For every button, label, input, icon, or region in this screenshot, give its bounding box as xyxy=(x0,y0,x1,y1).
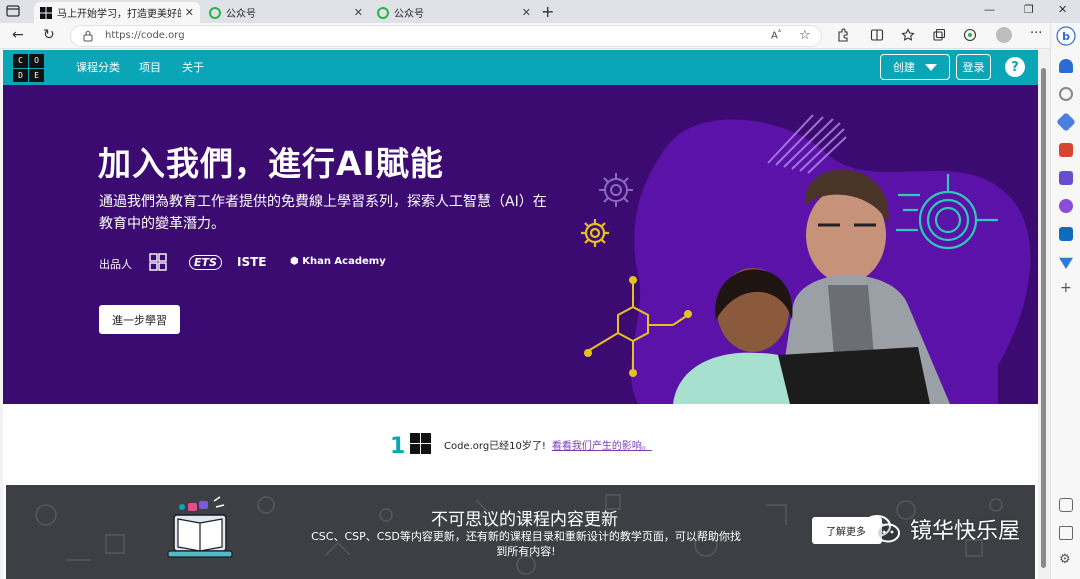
lock-icon xyxy=(83,31,93,42)
web-page: C O D E 课程分类 项目 关于 创建 登录 ? 加入我們，進行AI賦能 通… xyxy=(3,50,1038,579)
wechat-favicon-icon xyxy=(209,6,221,19)
khan-academy-label: Khan Academy xyxy=(302,256,386,267)
ets-logo: ETS xyxy=(189,255,222,270)
nav-about[interactable]: 关于 xyxy=(182,59,204,75)
learn-more-button[interactable]: 進一步學習 xyxy=(99,305,180,334)
toolbox-icon[interactable] xyxy=(1059,143,1073,157)
extension-green-icon[interactable] xyxy=(963,28,977,42)
close-icon[interactable]: ✕ xyxy=(185,6,194,19)
watermark: 镜华快乐屋 xyxy=(862,513,1020,545)
tab-title: 公众号 xyxy=(394,9,424,20)
page-scrollbar[interactable] xyxy=(1038,50,1049,579)
wechat-favicon-icon xyxy=(377,6,389,19)
extensions-icon[interactable] xyxy=(836,28,850,42)
tab-strip: 马上开始学习，打造更美好的明天 ✕ 公众号 ✕ 公众号 ✕ + — ❐ ✕ xyxy=(0,0,1080,23)
favorite-star-icon[interactable]: ☆ xyxy=(799,28,811,43)
logo-letter: C xyxy=(13,54,28,68)
create-dropdown-button[interactable]: 创建 xyxy=(880,54,950,80)
profile-avatar-icon[interactable] xyxy=(996,27,1012,43)
split-screen-icon[interactable] xyxy=(870,28,884,42)
settings-gear-icon[interactable]: ⚙ xyxy=(1059,552,1071,567)
address-bar[interactable]: https://code.org Aᐞ ☆ xyxy=(70,25,822,47)
add-icon[interactable]: + xyxy=(1060,280,1072,296)
drop-icon[interactable] xyxy=(1059,257,1073,269)
watermark-text: 镜华快乐屋 xyxy=(910,519,1021,544)
code-org-10-logo-icon: 1 xyxy=(390,433,431,456)
svg-text:1: 1 xyxy=(390,434,405,456)
back-arrow-icon[interactable]: ← xyxy=(12,27,24,43)
code-org-favicon-icon xyxy=(40,6,52,19)
close-icon[interactable]: ✕ xyxy=(522,6,531,19)
tag-icon[interactable] xyxy=(1056,112,1076,132)
create-label: 创建 xyxy=(893,61,915,74)
banner-description: CSC、CSP、CSD等内容更新，还有新的课程目录和重新设计的教学页面，可以帮助… xyxy=(311,530,741,558)
hero-illustration xyxy=(581,114,1031,404)
more-options-icon[interactable]: ··· xyxy=(1030,26,1042,41)
favorites-icon[interactable] xyxy=(901,28,915,42)
edge-sidebar: b + ⚙ xyxy=(1050,23,1080,579)
games-icon[interactable] xyxy=(1059,171,1073,185)
logo-letter: D xyxy=(13,68,28,82)
tab-title: 公众号 xyxy=(226,9,256,20)
search-icon[interactable] xyxy=(1059,87,1073,101)
tab-code-org[interactable]: 马上开始学习，打造更美好的明天 ✕ xyxy=(34,2,200,23)
tab-actions-icon[interactable] xyxy=(4,3,22,19)
caret-down-icon xyxy=(925,64,937,71)
nav-course-catalog[interactable]: 课程分类 xyxy=(76,59,120,75)
url-text[interactable]: https://code.org xyxy=(105,30,185,41)
collections-icon[interactable] xyxy=(932,28,946,42)
tab-wechat-2[interactable]: 公众号 ✕ xyxy=(371,2,537,23)
office-icon[interactable] xyxy=(1059,199,1073,213)
address-bar-row: ← ↻ https://code.org Aᐞ ☆ ··· xyxy=(0,23,1050,49)
iste-logo: ISTE xyxy=(237,255,267,269)
wechat-watermark-icon xyxy=(863,515,900,543)
maximize-icon[interactable]: ❐ xyxy=(1024,3,1034,16)
banner-title: 不可思议的课程内容更新 xyxy=(431,510,618,530)
outlook-icon[interactable] xyxy=(1059,227,1073,241)
site-header: C O D E 课程分类 项目 关于 创建 登录 ? xyxy=(3,50,1038,85)
bell-icon[interactable] xyxy=(1059,59,1073,73)
tab-wechat-1[interactable]: 公众号 ✕ xyxy=(203,2,369,23)
code-org-partner-logo-icon xyxy=(149,253,167,271)
hero-section: 加入我們，進行AI賦能 通過我們為教育工作者提供的免費線上學習系列，探索人工智慧… xyxy=(3,85,1038,404)
window-close-icon[interactable]: ✕ xyxy=(1058,3,1067,16)
nav-projects[interactable]: 项目 xyxy=(139,59,161,75)
anniversary-notice: 1 Code.org已经10岁了! 看看我们产生的影响。 xyxy=(390,432,652,456)
logo-letter: O xyxy=(29,54,44,68)
new-tab-button[interactable]: + xyxy=(541,2,554,21)
hero-subtitle: 通過我們為教育工作者提供的免費線上學習系列，探索人工智慧（AI）在教育中的變革潛… xyxy=(99,194,547,232)
presented-by-label: 出品人 xyxy=(99,258,132,271)
screenshot-icon[interactable] xyxy=(1059,498,1073,512)
khan-academy-logo: ⬢ Khan Academy xyxy=(290,256,386,267)
open-external-icon[interactable] xyxy=(1059,526,1073,540)
hero-title: 加入我們，進行AI賦能 xyxy=(98,144,444,183)
code-org-logo[interactable]: C O D E xyxy=(13,54,44,82)
minimize-icon[interactable]: — xyxy=(984,3,995,16)
svg-text:b: b xyxy=(1062,30,1070,43)
help-button[interactable]: ? xyxy=(1005,57,1025,77)
tab-title: 马上开始学习，打造更美好的明天 xyxy=(57,9,181,20)
scrollbar-thumb[interactable] xyxy=(1041,68,1046,568)
impact-link[interactable]: 看看我们产生的影响。 xyxy=(552,437,652,452)
bing-chat-icon[interactable]: b xyxy=(1056,26,1076,46)
anniversary-text: Code.org已经10岁了! xyxy=(444,440,546,452)
login-button[interactable]: 登录 xyxy=(956,54,991,80)
read-aloud-icon[interactable]: Aᐞ xyxy=(771,29,781,41)
open-book-illustration-icon xyxy=(167,496,233,558)
logo-letter: E xyxy=(29,68,44,82)
close-icon[interactable]: ✕ xyxy=(354,6,363,19)
refresh-icon[interactable]: ↻ xyxy=(43,27,55,43)
